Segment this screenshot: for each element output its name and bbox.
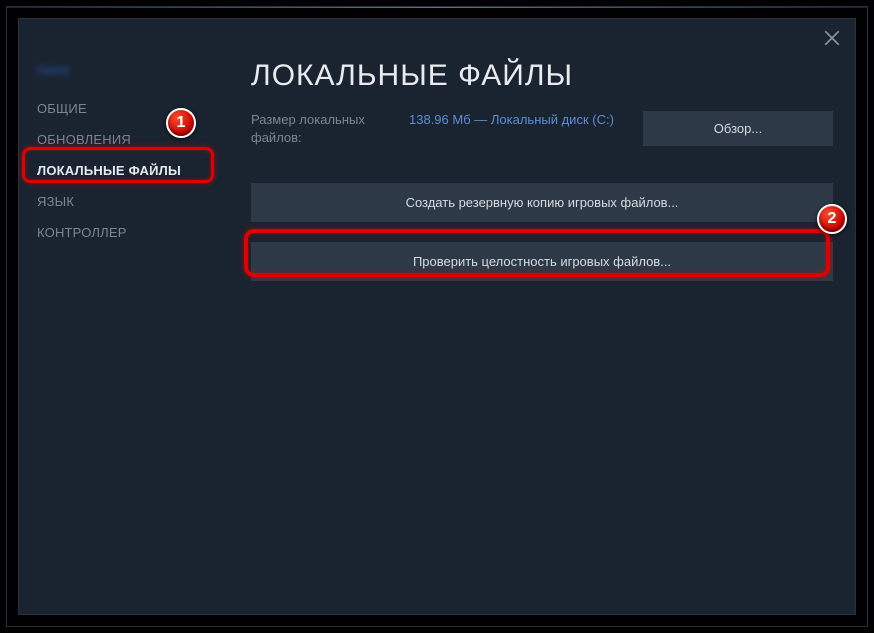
backup-files-button[interactable]: Создать резервную копию игровых файлов..… [251, 183, 833, 222]
close-icon[interactable] [823, 29, 841, 47]
game-title: Game [19, 57, 231, 93]
file-size-row: Размер локальных файлов: 138.96 Мб — Лок… [251, 111, 833, 147]
properties-dialog: Game ОБЩИЕ ОБНОВЛЕНИЯ ЛОКАЛЬНЫЕ ФАЙЛЫ ЯЗ… [18, 18, 856, 615]
sidebar-item-local-files[interactable]: ЛОКАЛЬНЫЕ ФАЙЛЫ [19, 155, 231, 186]
file-size-value[interactable]: 138.96 Мб — Локальный диск (C:) [409, 111, 625, 129]
sidebar-item-general[interactable]: ОБЩИЕ [19, 93, 231, 124]
sidebar: Game ОБЩИЕ ОБНОВЛЕНИЯ ЛОКАЛЬНЫЕ ФАЙЛЫ ЯЗ… [19, 49, 231, 248]
page-title: ЛОКАЛЬНЫЕ ФАЙЛЫ [251, 59, 833, 93]
sidebar-item-language[interactable]: ЯЗЫК [19, 186, 231, 217]
sidebar-item-updates[interactable]: ОБНОВЛЕНИЯ [19, 124, 231, 155]
sidebar-item-controller[interactable]: КОНТРОЛЛЕР [19, 217, 231, 248]
top-accent-line [7, 7, 867, 8]
file-size-label: Размер локальных файлов: [251, 111, 391, 147]
content-panel: ЛОКАЛЬНЫЕ ФАЙЛЫ Размер локальных файлов:… [251, 59, 833, 301]
browse-button[interactable]: Обзор... [643, 111, 833, 146]
verify-integrity-button[interactable]: Проверить целостность игровых файлов... [251, 242, 833, 281]
